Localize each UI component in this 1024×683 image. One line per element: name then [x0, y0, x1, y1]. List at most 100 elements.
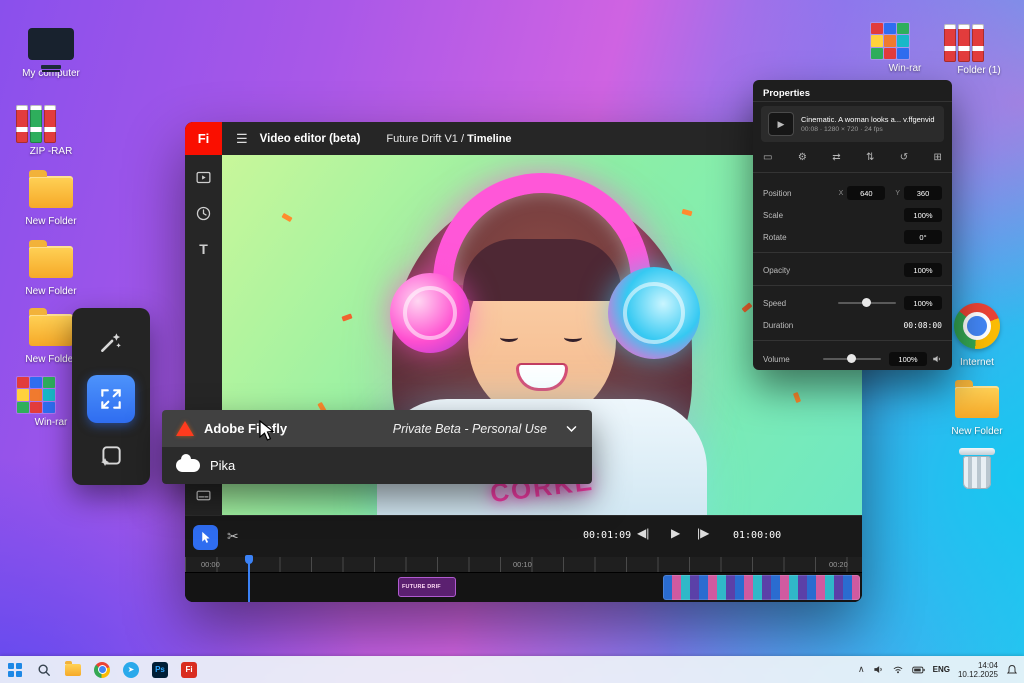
- expand-tool-button[interactable]: [87, 375, 135, 423]
- clock-icon: [196, 206, 211, 220]
- dropdown-item-pika[interactable]: Pika: [162, 447, 592, 484]
- next-frame-button[interactable]: |▶: [697, 526, 709, 540]
- opacity-label: Opacity: [763, 265, 791, 275]
- confetti-decoration: [792, 391, 802, 404]
- start-button[interactable]: [6, 661, 24, 679]
- media-icon: [196, 171, 211, 183]
- crop-icon[interactable]: ▭: [763, 152, 772, 163]
- ruler-label: 00:20: [829, 560, 848, 569]
- captions-icon: [196, 490, 211, 500]
- speed-input[interactable]: 100%: [904, 296, 942, 310]
- divider: [753, 340, 952, 341]
- align-icon[interactable]: ⊞: [934, 152, 942, 163]
- subject-eye: [564, 333, 582, 342]
- selected-clip-card[interactable]: ▶ Cinematic. A woman looks a... v.ffgenv…: [761, 106, 944, 142]
- folder-icon: [29, 170, 73, 208]
- tray-expand-chevron[interactable]: ∧: [858, 664, 865, 675]
- opacity-input[interactable]: 100%: [904, 263, 942, 277]
- history-panel-button[interactable]: [194, 203, 214, 223]
- rotate-input[interactable]: 0°: [904, 230, 942, 244]
- confetti-decoration: [681, 208, 693, 217]
- chevron-down-icon: [566, 426, 577, 432]
- winrar-mosaic-icon: [870, 22, 910, 60]
- media-panel-button[interactable]: [194, 167, 214, 187]
- playhead[interactable]: [245, 555, 253, 602]
- divider: [753, 252, 952, 253]
- play-button[interactable]: ▶: [671, 526, 680, 540]
- volume-row: Volume 100%: [763, 352, 942, 366]
- language-indicator[interactable]: ENG: [933, 665, 950, 674]
- settings-icon[interactable]: ⚙: [798, 152, 807, 163]
- scale-row: Scale 100%: [763, 208, 942, 222]
- battery-tray-icon[interactable]: [911, 665, 925, 675]
- text-tool-button[interactable]: T: [194, 239, 214, 259]
- clock-date: 10.12.2025: [957, 669, 998, 679]
- speed-slider[interactable]: [838, 298, 896, 307]
- folder-icon: [29, 308, 73, 346]
- rotate-icon[interactable]: ↺: [900, 152, 908, 163]
- generate-frame-icon: [101, 446, 121, 466]
- magic-wand-button[interactable]: [87, 318, 135, 366]
- firefly-app-button[interactable]: Fi: [180, 661, 198, 679]
- taskbar-clock[interactable]: 14:04 10.12.2025: [958, 661, 998, 679]
- telegram-button[interactable]: ➤: [122, 661, 140, 679]
- breadcrumb: Future Drift V1 / Timeline: [386, 133, 511, 145]
- magic-wand-icon: [101, 333, 121, 352]
- desktop-icon-my-computer[interactable]: My computer: [16, 28, 86, 79]
- ruler-label: 00:00: [201, 560, 220, 569]
- speaker-icon[interactable]: [932, 354, 942, 364]
- volume-input[interactable]: 100%: [889, 352, 927, 366]
- volume-slider[interactable]: [823, 354, 881, 363]
- scale-input[interactable]: 100%: [904, 208, 942, 222]
- breadcrumb-project[interactable]: Future Drift V1: [386, 133, 458, 145]
- desktop-icon-recycle-bin[interactable]: [942, 446, 1012, 498]
- photoshop-button[interactable]: Ps: [151, 661, 169, 679]
- speed-slider-knob[interactable]: [862, 298, 871, 307]
- desktop-icon-label: New Folder: [25, 286, 77, 297]
- notification-bell-icon[interactable]: [1006, 664, 1018, 676]
- desktop-icon-zip-rar[interactable]: ZIP -RAR: [16, 103, 86, 157]
- timeline-tracks[interactable]: FUTURE DRIF: [185, 573, 862, 602]
- desktop-icon-label: Folder (1): [957, 65, 1001, 76]
- dropdown-item-adobe-firefly[interactable]: Adobe Firefly Private Beta - Personal Us…: [162, 410, 592, 447]
- file-explorer-button[interactable]: [64, 660, 82, 679]
- generative-tool-button[interactable]: [87, 432, 135, 480]
- chrome-button[interactable]: [93, 661, 111, 679]
- divider: [753, 101, 952, 102]
- desktop-icon-win-rar-top[interactable]: Win-rar: [870, 22, 940, 74]
- clip-action-icons: ▭ ⚙ ⇄ ⇅ ↺ ⊞: [763, 152, 942, 163]
- volume-label: Volume: [763, 354, 790, 364]
- volume-slider-knob[interactable]: [847, 354, 856, 363]
- position-label: Position: [763, 188, 792, 198]
- timeline-clip-filmstrip[interactable]: [663, 575, 860, 600]
- flip-horizontal-icon[interactable]: ⇄: [832, 152, 840, 163]
- clip-meta: 00:08 · 1280 × 720 · 24 fps: [801, 126, 883, 133]
- wifi-tray-icon[interactable]: [892, 664, 904, 675]
- scale-label: Scale: [763, 210, 784, 220]
- flip-vertical-icon[interactable]: ⇅: [866, 152, 874, 163]
- select-tool-button[interactable]: [193, 525, 218, 550]
- desktop-icon-folder-1[interactable]: Folder (1): [944, 22, 1014, 76]
- firefly-logo[interactable]: Fi: [185, 122, 222, 155]
- headphone-earcup-right: [608, 267, 700, 359]
- duration-value: 00:08:00: [903, 320, 942, 330]
- breadcrumb-page[interactable]: Timeline: [467, 133, 511, 145]
- timeline-clip-title[interactable]: FUTURE DRIF: [398, 577, 456, 597]
- speaker-tray-icon[interactable]: [873, 664, 884, 675]
- duration-row: Duration 00:08:00: [763, 318, 942, 332]
- dropdown-item-badge: Private Beta - Personal Use: [392, 421, 547, 436]
- confetti-decoration: [741, 302, 753, 313]
- search-button[interactable]: [35, 661, 53, 679]
- desktop-icon-internet[interactable]: Internet: [942, 303, 1012, 368]
- position-x-input[interactable]: 640: [847, 186, 886, 200]
- previous-frame-button[interactable]: ◀|: [637, 526, 649, 540]
- desktop-icon-new-folder-2[interactable]: New Folder: [16, 238, 86, 297]
- timeline-ruler[interactable]: 00:00 00:10 00:20: [185, 557, 862, 573]
- desktop-icon-new-folder-1[interactable]: New Folder: [16, 168, 86, 227]
- archive-books-icon: [16, 103, 86, 143]
- captions-panel-button[interactable]: [194, 485, 214, 505]
- position-y-input[interactable]: 360: [904, 186, 942, 200]
- desktop-icon-new-folder-right[interactable]: New Folder: [942, 378, 1012, 437]
- split-tool-button[interactable]: ✂: [227, 528, 239, 545]
- hamburger-menu-icon[interactable]: ☰: [236, 131, 248, 147]
